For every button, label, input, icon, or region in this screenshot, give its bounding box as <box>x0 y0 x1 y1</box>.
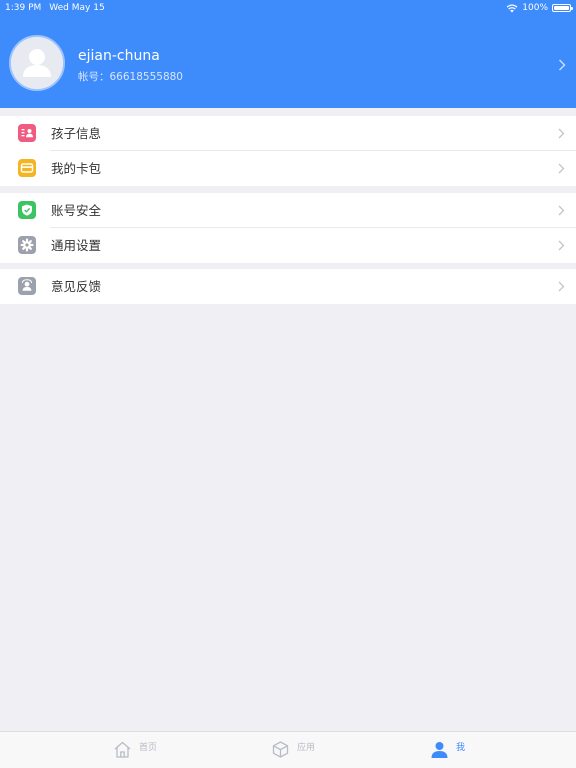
battery-fill <box>554 6 569 10</box>
menu-item-general-settings[interactable]: 通用设置 <box>0 228 576 263</box>
menu-label: 孩子信息 <box>51 126 102 141</box>
gear-icon <box>18 236 36 254</box>
shield-check-icon <box>18 201 36 219</box>
cube-icon <box>272 741 289 758</box>
battery-percent: 100% <box>522 3 548 13</box>
menu-label: 账号安全 <box>51 203 102 218</box>
account-number: 66618555880 <box>109 71 184 83</box>
card-wallet-icon <box>18 159 36 177</box>
username: ejian-chuna <box>78 48 160 64</box>
menu-item-child-info[interactable]: 孩子信息 <box>0 116 576 151</box>
menu-label: 通用设置 <box>51 238 102 253</box>
profile-header[interactable]: ejian-chuna 帐号：66618555880 <box>0 0 576 108</box>
person-icon <box>431 742 448 758</box>
menu-item-feedback[interactable]: 意见反馈 <box>0 269 576 304</box>
avatar[interactable] <box>9 35 65 91</box>
tab-bar: 首页 应用 我 <box>0 731 576 768</box>
menu-item-account-security[interactable]: 账号安全 <box>0 193 576 228</box>
menu-group-account: 账号安全 通用设置 <box>0 193 576 263</box>
status-date: Wed May 15 <box>49 3 105 13</box>
menu-group-info: 孩子信息 我的卡包 <box>0 116 576 186</box>
account-label: 帐号： <box>78 71 110 83</box>
menu-label: 意见反馈 <box>51 279 102 294</box>
wifi-icon <box>506 4 518 12</box>
child-info-icon <box>18 124 36 142</box>
menu-label: 我的卡包 <box>51 161 102 176</box>
tab-label: 应用 <box>297 743 316 753</box>
menu-item-card-wallet[interactable]: 我的卡包 <box>0 151 576 186</box>
status-left: 1:39 PM Wed May 15 <box>5 0 113 16</box>
menu-group-feedback: 意见反馈 <box>0 269 576 304</box>
status-right: 100% <box>506 0 573 16</box>
chevron-right-icon <box>558 240 565 251</box>
status-time: 1:39 PM <box>5 3 42 13</box>
chevron-right-icon <box>558 163 565 174</box>
chevron-right-icon <box>558 128 565 139</box>
home-icon <box>114 741 131 758</box>
tab-label: 我 <box>456 743 466 753</box>
chevron-right-icon <box>558 205 565 216</box>
default-avatar-icon <box>11 37 63 89</box>
app-root: ejian-chuna 帐号：66618555880 1:39 PM Wed Ma… <box>0 0 576 768</box>
status-bar: 1:39 PM Wed May 15 100% <box>0 0 576 16</box>
feedback-icon <box>18 277 36 295</box>
account-line: 帐号：66618555880 <box>78 70 183 84</box>
battery-icon <box>552 4 573 12</box>
chevron-right-icon <box>559 59 566 71</box>
tab-label: 首页 <box>139 743 158 753</box>
chevron-right-icon <box>558 281 565 292</box>
